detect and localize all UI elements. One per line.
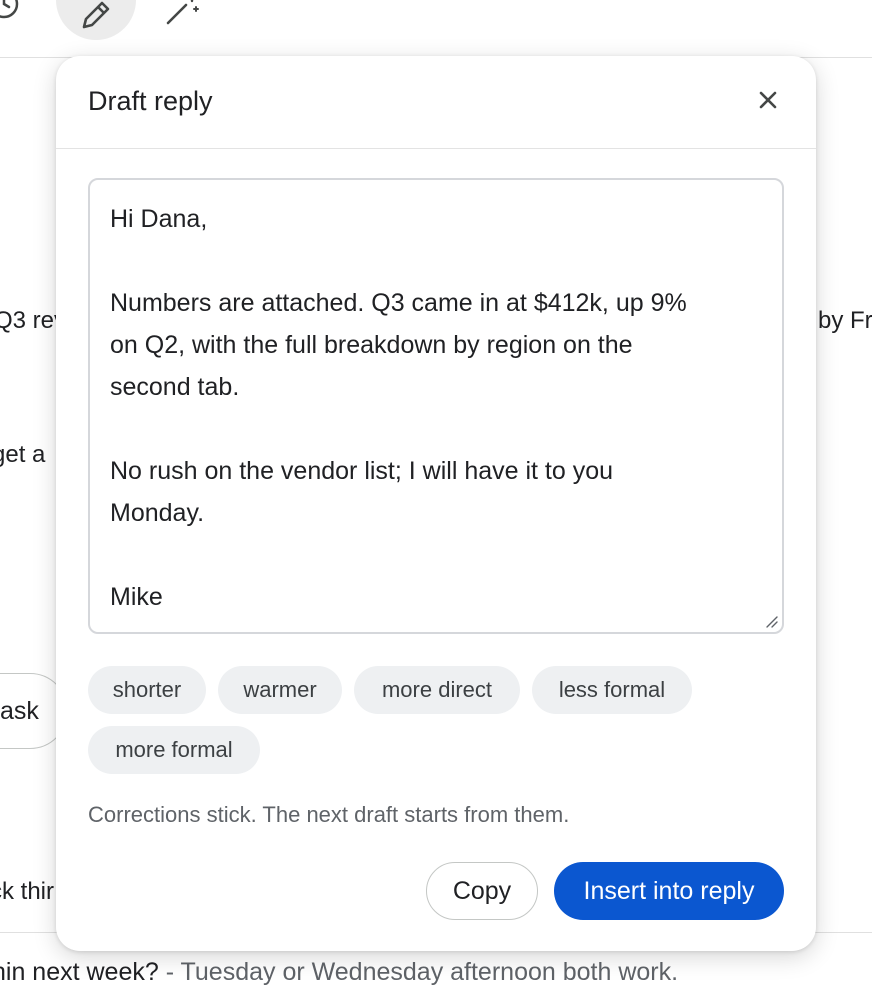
chip-less-formal[interactable]: less formal <box>532 666 692 714</box>
toolbar <box>0 0 872 58</box>
draft-line: on Q2, with the full breakdown by region… <box>110 331 633 359</box>
insert-into-reply-button[interactable]: Insert into reply <box>554 862 784 920</box>
chip-warmer[interactable]: warmer <box>218 666 342 714</box>
dialog-header: Draft reply <box>56 56 816 149</box>
draft-line: Mike <box>110 583 163 611</box>
email-fragment: ck thir <box>0 878 55 905</box>
chip-more-direct[interactable]: more direct <box>354 666 520 714</box>
draft-line <box>110 240 762 282</box>
email-preview[interactable]: hin next week? - Tuesday or Wednesday af… <box>0 958 678 987</box>
magic-button[interactable] <box>158 0 206 26</box>
draft-line: Hi Dana, <box>110 205 208 233</box>
resize-handle-icon[interactable] <box>764 614 778 628</box>
edit-button[interactable] <box>56 0 136 40</box>
history-button[interactable] <box>0 0 32 32</box>
chip-shorter[interactable]: shorter <box>88 666 206 714</box>
draft-reply-dialog: Draft reply Hi Dana, Numbers are attached… <box>56 56 816 951</box>
email-subject: hin next week? <box>0 958 159 986</box>
copy-button[interactable]: Copy <box>426 862 538 920</box>
draft-line: No rush on the vendor list; I will have … <box>110 457 614 485</box>
pencil-icon <box>82 1 110 29</box>
draft-line: Numbers are attached. Q3 came in at $412… <box>110 289 687 317</box>
dialog-title: Draft reply <box>88 86 213 116</box>
email-fragment: get a <box>0 441 46 468</box>
draft-line: second tab. <box>110 373 240 401</box>
chip-more-formal[interactable]: more formal <box>88 726 260 774</box>
draft-line <box>110 408 762 450</box>
close-icon <box>759 91 777 109</box>
draft-line: Monday. <box>110 499 205 527</box>
close-button[interactable] <box>752 84 784 116</box>
draft-textarea[interactable]: Hi Dana, Numbers are attached. Q3 came in… <box>88 178 784 634</box>
draft-text: Hi Dana, Numbers are attached. Q3 came in… <box>110 198 762 618</box>
corrections-note: Corrections stick. The next draft starts… <box>88 802 570 827</box>
draft-line <box>110 534 762 576</box>
email-snippet: - Tuesday or Wednesday afternoon both wo… <box>158 958 679 986</box>
email-fragment: by Fr <box>818 307 872 334</box>
history-icon <box>0 0 19 19</box>
task-button-label: ask <box>0 697 39 725</box>
magic-wand-icon <box>166 0 199 25</box>
